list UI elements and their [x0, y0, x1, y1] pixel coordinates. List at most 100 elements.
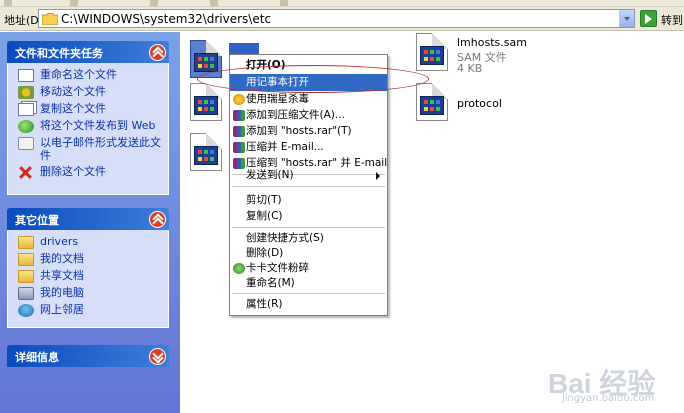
go-button[interactable]: 转到 [640, 10, 684, 28]
place-my-documents[interactable]: 我的文档 [18, 252, 162, 268]
shredder-icon [233, 263, 245, 274]
menu-separator [232, 186, 385, 187]
menu-item-rename[interactable]: 重命名(M) [230, 275, 387, 292]
menu-item-label: 使用瑞星杀毒 [246, 93, 309, 105]
winrar-icon [233, 110, 245, 121]
folder-icon [18, 236, 34, 249]
menu-item-properties[interactable]: 属性(R) [230, 296, 387, 313]
go-arrow-icon [640, 10, 657, 27]
file-name[interactable]: lmhosts.sam [457, 36, 527, 49]
task-email[interactable]: 以电子邮件形式发送此文件 [18, 136, 162, 164]
panel-title: 文件和文件夹任务 [15, 47, 103, 60]
task-move[interactable]: 移动这个文件 [18, 85, 162, 101]
task-label: 以电子邮件形式发送此文件 [40, 136, 161, 162]
details-header[interactable]: 详细信息 [7, 345, 169, 367]
place-label: drivers [40, 235, 79, 248]
menu-item-add-to-rar[interactable]: 添加到 "hosts.rar"(T) [230, 123, 387, 140]
go-label: 转到 [661, 14, 683, 27]
folder-icon [42, 13, 58, 25]
toolbar-icon[interactable] [210, 0, 218, 6]
menu-item-label: 属性(R) [246, 298, 283, 310]
address-bar: 地址(D) C:\WINDOWS\system32\drivers\etc 转到 [0, 7, 684, 31]
other-places-panel: 其它位置 drivers 我的文档 共享文档 我的电脑 网上邻居 [7, 208, 169, 328]
copy-icon [18, 103, 34, 116]
menu-separator [232, 227, 385, 228]
toolbar-icon[interactable] [150, 0, 158, 6]
place-shared-documents[interactable]: 共享文档 [18, 269, 162, 285]
place-drivers[interactable]: drivers [18, 235, 162, 251]
place-label: 我的文档 [40, 252, 84, 265]
shared-documents-icon [18, 270, 34, 283]
menu-item-send-to[interactable]: 发送到(N) [230, 167, 387, 184]
context-menu: 打开(O) 用记事本打开 使用瑞星杀毒 添加到压缩文件(A)... 添加到 "h… [229, 54, 388, 316]
winrar-icon [233, 126, 245, 137]
collapse-icon[interactable] [149, 44, 166, 61]
menu-item-antivirus[interactable]: 使用瑞星杀毒 [230, 91, 387, 108]
place-label: 我的电脑 [40, 286, 84, 299]
panel-title: 其它位置 [15, 214, 59, 227]
file-tasks-panel: 文件和文件夹任务 重命名这个文件 移动这个文件 复制这个文件 将这个文件发布到 … [7, 41, 169, 195]
toolbar-icon[interactable] [70, 0, 78, 6]
place-label: 共享文档 [40, 269, 84, 282]
delete-icon [18, 166, 34, 179]
file-icon-lmhosts[interactable] [416, 33, 448, 73]
my-documents-icon [18, 253, 34, 266]
menu-item-compress-email[interactable]: 压缩并 E-mail... [230, 139, 387, 156]
toolbar-icon[interactable] [4, 0, 12, 6]
menu-item-label: 压缩并 E-mail... [246, 141, 324, 153]
other-places-header[interactable]: 其它位置 [7, 208, 169, 230]
collapse-icon[interactable] [149, 211, 166, 228]
task-rename[interactable]: 重命名这个文件 [18, 68, 162, 84]
place-label: 网上邻居 [40, 303, 84, 316]
menu-item-add-archive[interactable]: 添加到压缩文件(A)... [230, 107, 387, 124]
menu-item-label: 复制(C) [246, 210, 283, 222]
file-tasks-list: 重命名这个文件 移动这个文件 复制这个文件 将这个文件发布到 Web 以电子邮件… [7, 63, 169, 195]
file-name[interactable]: protocol [457, 97, 502, 110]
address-path: C:\WINDOWS\system32\drivers\etc [61, 12, 272, 26]
menu-separator [232, 293, 385, 294]
file-size: 4 KB [457, 62, 483, 75]
network-places-icon [18, 304, 34, 317]
panel-title: 详细信息 [15, 351, 59, 364]
other-places-list: drivers 我的文档 共享文档 我的电脑 网上邻居 [7, 230, 169, 328]
task-label: 将这个文件发布到 Web [40, 119, 156, 132]
task-delete[interactable]: 删除这个文件 [18, 165, 162, 181]
winrar-icon [233, 142, 245, 153]
menu-item-cut[interactable]: 剪切(T) [230, 192, 387, 209]
task-label: 移动这个文件 [40, 85, 106, 98]
task-copy[interactable]: 复制这个文件 [18, 102, 162, 118]
file-tasks-header[interactable]: 文件和文件夹任务 [7, 41, 169, 63]
expand-icon[interactable] [149, 348, 166, 365]
task-label: 重命名这个文件 [40, 68, 117, 81]
toolbar-icon[interactable] [280, 0, 288, 6]
annotation-ellipse [197, 65, 429, 93]
file-icon[interactable] [190, 83, 222, 123]
task-publish-web[interactable]: 将这个文件发布到 Web [18, 119, 162, 135]
chevron-down-icon[interactable] [619, 10, 634, 27]
menu-item-label: 剪切(T) [246, 194, 282, 206]
watermark-url: jingyan.baidu.com [562, 393, 655, 404]
file-icon-protocol[interactable] [416, 83, 448, 123]
menu-item-label: 添加到 "hosts.rar"(T) [246, 125, 352, 137]
task-pane: 文件和文件夹任务 重命名这个文件 移动这个文件 复制这个文件 将这个文件发布到 … [0, 32, 180, 413]
antivirus-icon [233, 94, 245, 105]
menu-item-label: 发送到(N) [246, 169, 294, 181]
details-panel: 详细信息 [7, 345, 169, 367]
place-network[interactable]: 网上邻居 [18, 303, 162, 319]
task-label: 复制这个文件 [40, 102, 106, 115]
task-label: 删除这个文件 [40, 165, 106, 178]
place-my-computer[interactable]: 我的电脑 [18, 286, 162, 302]
email-icon [18, 137, 34, 150]
baidu-watermark: Bai 经验 jingyan.baidu.com [548, 360, 678, 408]
move-icon [18, 86, 34, 99]
submenu-arrow-icon [376, 172, 380, 180]
rename-icon [18, 69, 34, 82]
menu-item-label: 添加到压缩文件(A)... [246, 109, 345, 121]
my-computer-icon [18, 287, 34, 300]
web-publish-icon [18, 120, 34, 133]
menu-item-copy[interactable]: 复制(C) [230, 208, 387, 225]
file-icon[interactable] [190, 133, 222, 173]
address-input[interactable]: C:\WINDOWS\system32\drivers\etc [38, 9, 635, 28]
menu-item-label: 重命名(M) [246, 277, 295, 289]
toolbar-strip [0, 0, 684, 7]
